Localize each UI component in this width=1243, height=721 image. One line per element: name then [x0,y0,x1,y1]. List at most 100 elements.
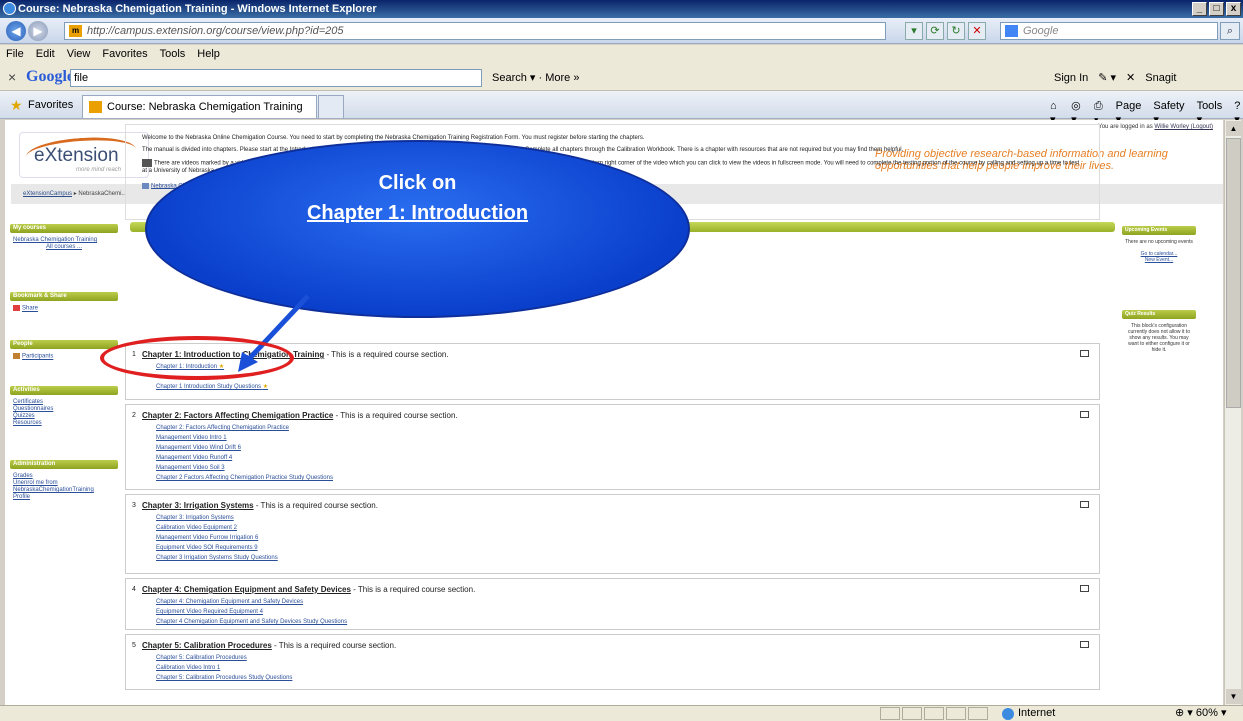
section-number: 2 [132,412,136,419]
maximize-button[interactable]: □ [1209,2,1224,16]
logo-text: eXtension [34,145,119,166]
breadcrumb-course: NebraskaChemi... [78,191,127,197]
search-input[interactable]: Google [1000,22,1218,40]
tab-course[interactable]: Course: Nebraska Chemigation Training [82,95,317,118]
video-icon [142,159,152,167]
share-link[interactable]: Share [22,306,38,312]
chapter-1-questions-text: Chapter 1 Introduction Study Questions [156,384,262,390]
section-item-link[interactable]: Calibration Video Intro 1 [156,663,292,673]
section-number: 5 [132,642,136,649]
scroll-thumb[interactable] [1226,138,1241,408]
dropdown-icon[interactable]: ▾ [905,22,923,40]
section-item-link[interactable]: Chapter 3 Irrigation Systems Study Quest… [156,553,278,563]
share-icon [13,305,20,311]
menu-view[interactable]: View [67,45,91,63]
google-query-input[interactable]: file [70,69,482,87]
scroll-down-icon[interactable]: ▼ [1226,689,1241,704]
section-item-link[interactable]: Management Video Furrow Irrigation 6 [156,533,278,543]
quizzes-link[interactable]: Quizzes [13,413,115,420]
menu-help[interactable]: Help [197,45,220,63]
section-item-link[interactable]: Chapter 5: Calibration Procedures [156,653,292,663]
status-cell [902,707,922,720]
zoom-level[interactable]: ⊕ ▾ 60% ▾ [1175,706,1226,721]
stop-icon[interactable]: ✕ [968,22,986,40]
profile-link[interactable]: Profile [13,494,115,501]
forward-icon[interactable]: ▶ [28,21,48,41]
new-event-link[interactable]: New Event... [1125,257,1193,263]
user-link[interactable]: Willie Worley (Logout) [1154,124,1213,130]
section-item-link[interactable]: Management Video Soil 3 [156,463,333,473]
section-item-link[interactable]: Management Video Runoff 4 [156,453,333,463]
section-item-link[interactable]: Chapter 4 Chemigation Equipment and Safe… [156,617,347,627]
section-item-link[interactable]: Management Video Intro 1 [156,433,333,443]
refresh-icon[interactable]: ↻ [947,22,965,40]
url-input[interactable]: m http://campus.extension.org/course/vie… [64,22,886,40]
ie-icon [3,2,16,15]
wrench-icon[interactable]: ✎ ▾ [1098,70,1116,86]
section-title[interactable]: Chapter 2: Factors Affecting Chemigation… [142,411,333,420]
section-title[interactable]: Chapter 5: Calibration Procedures [142,641,272,650]
menu-tools[interactable]: Tools [160,45,186,63]
close-toolbar-icon[interactable]: × [8,69,16,85]
section-toggle-icon[interactable] [1080,350,1089,357]
new-tab-button[interactable] [318,95,344,118]
search-go-icon[interactable]: ⌕ [1220,22,1240,40]
sign-in-button[interactable]: Sign In [1054,70,1088,86]
status-cell [968,707,988,720]
favorites-star-icon[interactable]: ★ [10,97,23,114]
instruction-callout: Click on Chapter 1: Introduction [145,140,690,318]
back-icon[interactable]: ◀ [6,21,26,41]
section-item-link[interactable]: Chapter 2 Factors Affecting Chemigation … [156,473,333,483]
bookmark-block: Bookmark & Share Share [10,292,118,317]
section-toggle-icon[interactable] [1080,641,1089,648]
participants-icon [13,353,20,359]
unenrol-link[interactable]: Unenrol me from NebraskaChemigationTrain… [13,480,115,494]
snagit-button[interactable]: Snagit [1145,70,1176,86]
logged-in-label: You are logged in as [1098,124,1153,130]
certificates-link[interactable]: Certificates [13,399,115,406]
chapter-1-questions-link[interactable]: Chapter 1 Introduction Study Questions ★ [156,382,268,392]
menu-favorites[interactable]: Favorites [102,45,147,63]
favorites-button[interactable]: Favorites [28,99,73,111]
section-toggle-icon[interactable] [1080,501,1089,508]
section-number: 3 [132,502,136,509]
section-item-link[interactable]: Chapter 4: Chemigation Equipment and Saf… [156,597,347,607]
resources-link[interactable]: Resources [13,420,115,427]
section-item-link[interactable]: Equipment Video Required Equipment 4 [156,607,347,617]
menu-edit[interactable]: Edit [36,45,55,63]
close-icon[interactable]: ✕ [1126,70,1135,86]
vertical-scrollbar[interactable]: ▲ ▼ [1224,120,1241,705]
upcoming-events-block: Upcoming Events There are no upcoming ev… [1122,226,1196,267]
menu-file[interactable]: File [6,45,24,63]
my-courses-title: My courses [10,224,118,233]
course-link[interactable]: Nebraska Chemigation Training [13,237,115,244]
section-item-link[interactable]: Chapter 3: Irrigation Systems [156,513,278,523]
section-item-link[interactable]: Chapter 2: Factors Affecting Chemigation… [156,423,333,433]
questionnaires-link[interactable]: Questionnaires [13,406,115,413]
events-text: There are no upcoming events [1125,239,1193,245]
section-title[interactable]: Chapter 4: Chemigation Equipment and Saf… [142,585,351,594]
section-title[interactable]: Chapter 3: Irrigation Systems [142,501,254,510]
google-search-button[interactable]: Search ▾ · More » [492,70,579,86]
section-item-link[interactable]: Chapter 5: Calibration Procedures Study … [156,673,292,683]
search-placeholder: Google [1023,25,1059,37]
tab-label: Course: Nebraska Chemigation Training [107,101,303,113]
minimize-button[interactable]: _ [1192,2,1207,16]
compat-icon[interactable]: ⟳ [926,22,944,40]
participants-link[interactable]: Participants [22,354,53,360]
star-icon: ★ [262,384,269,390]
breadcrumb-home[interactable]: eXtensionCampus [23,191,72,197]
close-button[interactable]: x [1226,2,1241,16]
status-cell [924,707,944,720]
scroll-up-icon[interactable]: ▲ [1226,121,1241,136]
activities-block: Activities Certificates Questionnaires Q… [10,386,118,431]
section-2: 2 Chapter 2: Factors Affecting Chemigati… [125,404,1100,490]
section-number: 4 [132,586,136,593]
section-item-link[interactable]: Equipment Video SOI Requirements 9 [156,543,278,553]
section-toggle-icon[interactable] [1080,411,1089,418]
section-item-link[interactable]: Management Video Wind Drift 6 [156,443,333,453]
all-courses-link[interactable]: All courses ... [13,244,115,251]
grades-link[interactable]: Grades [13,473,115,480]
section-toggle-icon[interactable] [1080,585,1089,592]
section-item-link[interactable]: Calibration Video Equipment 2 [156,523,278,533]
